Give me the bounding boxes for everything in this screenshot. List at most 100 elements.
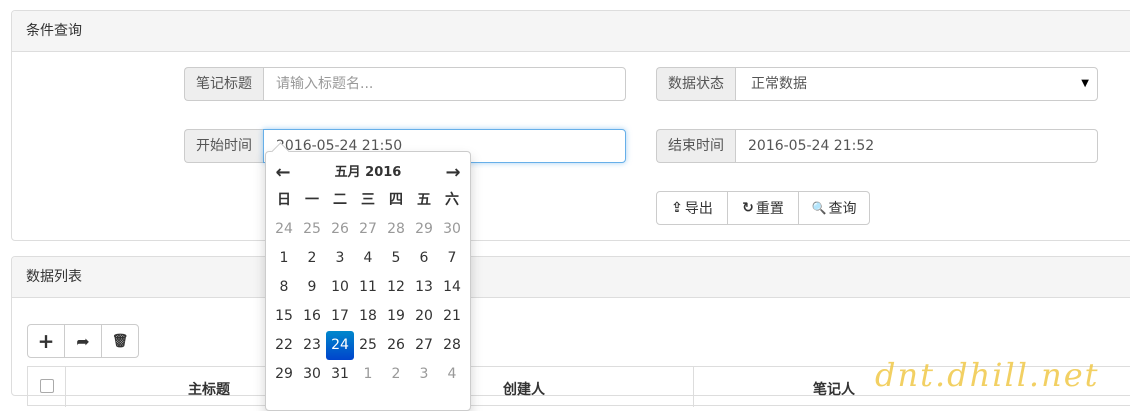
arrow-right-icon[interactable]: → <box>440 160 466 186</box>
datepicker-day[interactable]: 26 <box>382 331 410 360</box>
datepicker-day[interactable]: 25 <box>298 215 326 244</box>
column-divider <box>693 367 694 407</box>
weekday-label: 三 <box>361 192 375 208</box>
note-title-group: 笔记标题 请输入标题名... <box>184 67 626 101</box>
datepicker-day[interactable]: 29 <box>270 360 298 389</box>
column-header-noter[interactable]: 笔记人 <box>813 379 855 399</box>
datepicker-day[interactable]: 29 <box>410 215 438 244</box>
list-panel-title: 数据列表 <box>12 257 1130 298</box>
export-label: 导出 <box>684 201 713 217</box>
datepicker-day[interactable]: 24 <box>270 215 298 244</box>
datepicker-day[interactable]: 21 <box>438 302 466 331</box>
weekday-label: 四 <box>389 192 403 208</box>
query-actions: ⇪ 导出 ↻ 重置 🔍 查询 <box>656 191 870 225</box>
datepicker-day[interactable]: 16 <box>298 302 326 331</box>
datepicker-day[interactable]: 27 <box>354 215 382 244</box>
datepicker-day[interactable]: 9 <box>298 273 326 302</box>
datepicker-day-selected[interactable]: 24 <box>326 331 354 360</box>
datepicker-day[interactable]: 2 <box>298 244 326 273</box>
reset-icon: ↻ <box>742 200 754 216</box>
datepicker-day[interactable]: 15 <box>270 302 298 331</box>
datepicker-week-row: 22 23 24 25 26 27 28 <box>270 331 466 360</box>
end-time-input[interactable]: 2016-05-24 21:52 <box>735 129 1098 163</box>
query-panel-title: 条件查询 <box>12 11 1130 52</box>
datepicker-header: ← 五月 2016 → <box>266 156 470 186</box>
note-title-label: 笔记标题 <box>184 67 263 101</box>
datepicker-week-row: 24 25 26 27 28 29 30 <box>270 215 466 244</box>
datepicker-day[interactable]: 2 <box>382 360 410 389</box>
search-button[interactable]: 🔍 查询 <box>798 191 870 225</box>
status-select-value: 正常数据 <box>751 76 807 92</box>
datepicker-day[interactable]: 25 <box>354 331 382 360</box>
weekday-label: 二 <box>333 192 347 208</box>
datepicker-day[interactable]: 28 <box>382 215 410 244</box>
datepicker-popup: ← 五月 2016 → 日一二三四五六 24 25 26 27 28 29 30 1 2 3 4 5 6 7… <box>265 142 471 411</box>
column-header-creator[interactable]: 创建人 <box>503 379 545 399</box>
datepicker-day[interactable]: 22 <box>270 331 298 360</box>
datepicker-day[interactable]: 6 <box>410 244 438 273</box>
datepicker-day[interactable]: 1 <box>354 360 382 389</box>
export-icon: ⇪ <box>671 200 683 216</box>
datepicker-day[interactable]: 7 <box>438 244 466 273</box>
datepicker-day[interactable]: 17 <box>326 302 354 331</box>
datepicker-day[interactable]: 1 <box>270 244 298 273</box>
datepicker-day[interactable]: 4 <box>438 360 466 389</box>
status-group: 数据状态 正常数据 ▼ <box>656 67 1098 101</box>
datepicker-day[interactable]: 3 <box>326 244 354 273</box>
status-select[interactable]: 正常数据 ▼ <box>735 67 1098 101</box>
start-time-label: 开始时间 <box>184 129 263 163</box>
reset-label: 重置 <box>755 201 784 217</box>
datepicker-day[interactable]: 27 <box>410 331 438 360</box>
select-all-checkbox[interactable] <box>40 379 54 393</box>
share-arrow-icon: ➦ <box>76 331 90 351</box>
weekday-label: 六 <box>445 192 459 208</box>
datepicker-week-row: 15 16 17 18 19 20 21 <box>270 302 466 331</box>
plus-icon: + <box>37 329 55 353</box>
datepicker-day[interactable]: 13 <box>410 273 438 302</box>
export-button[interactable]: ⇪ 导出 <box>656 191 728 225</box>
watermark-logo: dnt.dhill.net <box>875 356 1100 394</box>
trash-icon: 🗑 <box>111 333 129 349</box>
datepicker-day[interactable]: 3 <box>410 360 438 389</box>
column-divider <box>65 367 66 407</box>
column-header-title[interactable]: 主标题 <box>188 379 230 399</box>
datepicker-day[interactable]: 11 <box>354 273 382 302</box>
datepicker-day[interactable]: 31 <box>326 360 354 389</box>
arrow-left-icon[interactable]: ← <box>270 160 296 186</box>
search-icon: 🔍 <box>811 201 827 215</box>
weekday-label: 五 <box>417 192 431 208</box>
status-label: 数据状态 <box>656 67 735 101</box>
delete-button[interactable]: 🗑 <box>101 324 139 358</box>
datepicker-day[interactable]: 26 <box>326 215 354 244</box>
datepicker-day[interactable]: 5 <box>382 244 410 273</box>
share-button[interactable]: ➦ <box>64 324 102 358</box>
datepicker-grid: 日一二三四五六 24 25 26 27 28 29 30 1 2 3 4 5 6 7 8 9 10 11 12 13 14… <box>270 186 466 389</box>
datepicker-week-row: 29 30 31 1 2 3 4 <box>270 360 466 389</box>
datepicker-day[interactable]: 19 <box>382 302 410 331</box>
datepicker-day[interactable]: 30 <box>438 215 466 244</box>
datepicker-day[interactable]: 4 <box>354 244 382 273</box>
datepicker-day[interactable]: 18 <box>354 302 382 331</box>
datepicker-day[interactable]: 28 <box>438 331 466 360</box>
reset-button[interactable]: ↻ 重置 <box>727 191 799 225</box>
datepicker-day[interactable]: 10 <box>326 273 354 302</box>
datepicker-week-row: 8 9 10 11 12 13 14 <box>270 273 466 302</box>
datepicker-day[interactable]: 12 <box>382 273 410 302</box>
table-toolbar: + ➦ 🗑 <box>27 324 139 358</box>
datepicker-day[interactable]: 14 <box>438 273 466 302</box>
note-title-input[interactable]: 请输入标题名... <box>263 67 626 101</box>
datepicker-week-row: 1234567 <box>270 244 466 273</box>
datepicker-day[interactable]: 23 <box>298 331 326 360</box>
end-time-group: 结束时间 2016-05-24 21:52 <box>656 129 1098 163</box>
chevron-down-icon: ▼ <box>1081 78 1089 89</box>
add-button[interactable]: + <box>27 324 65 358</box>
datepicker-day[interactable]: 20 <box>410 302 438 331</box>
weekday-label: 日 <box>277 192 291 208</box>
query-panel: 条件查询 <box>11 10 1130 241</box>
datepicker-day[interactable]: 8 <box>270 273 298 302</box>
datepicker-weekday-row: 日一二三四五六 <box>270 186 466 215</box>
datepicker-day[interactable]: 30 <box>298 360 326 389</box>
weekday-label: 一 <box>305 192 319 208</box>
end-time-label: 结束时间 <box>656 129 735 163</box>
datepicker-month-title[interactable]: 五月 2016 <box>296 160 440 186</box>
